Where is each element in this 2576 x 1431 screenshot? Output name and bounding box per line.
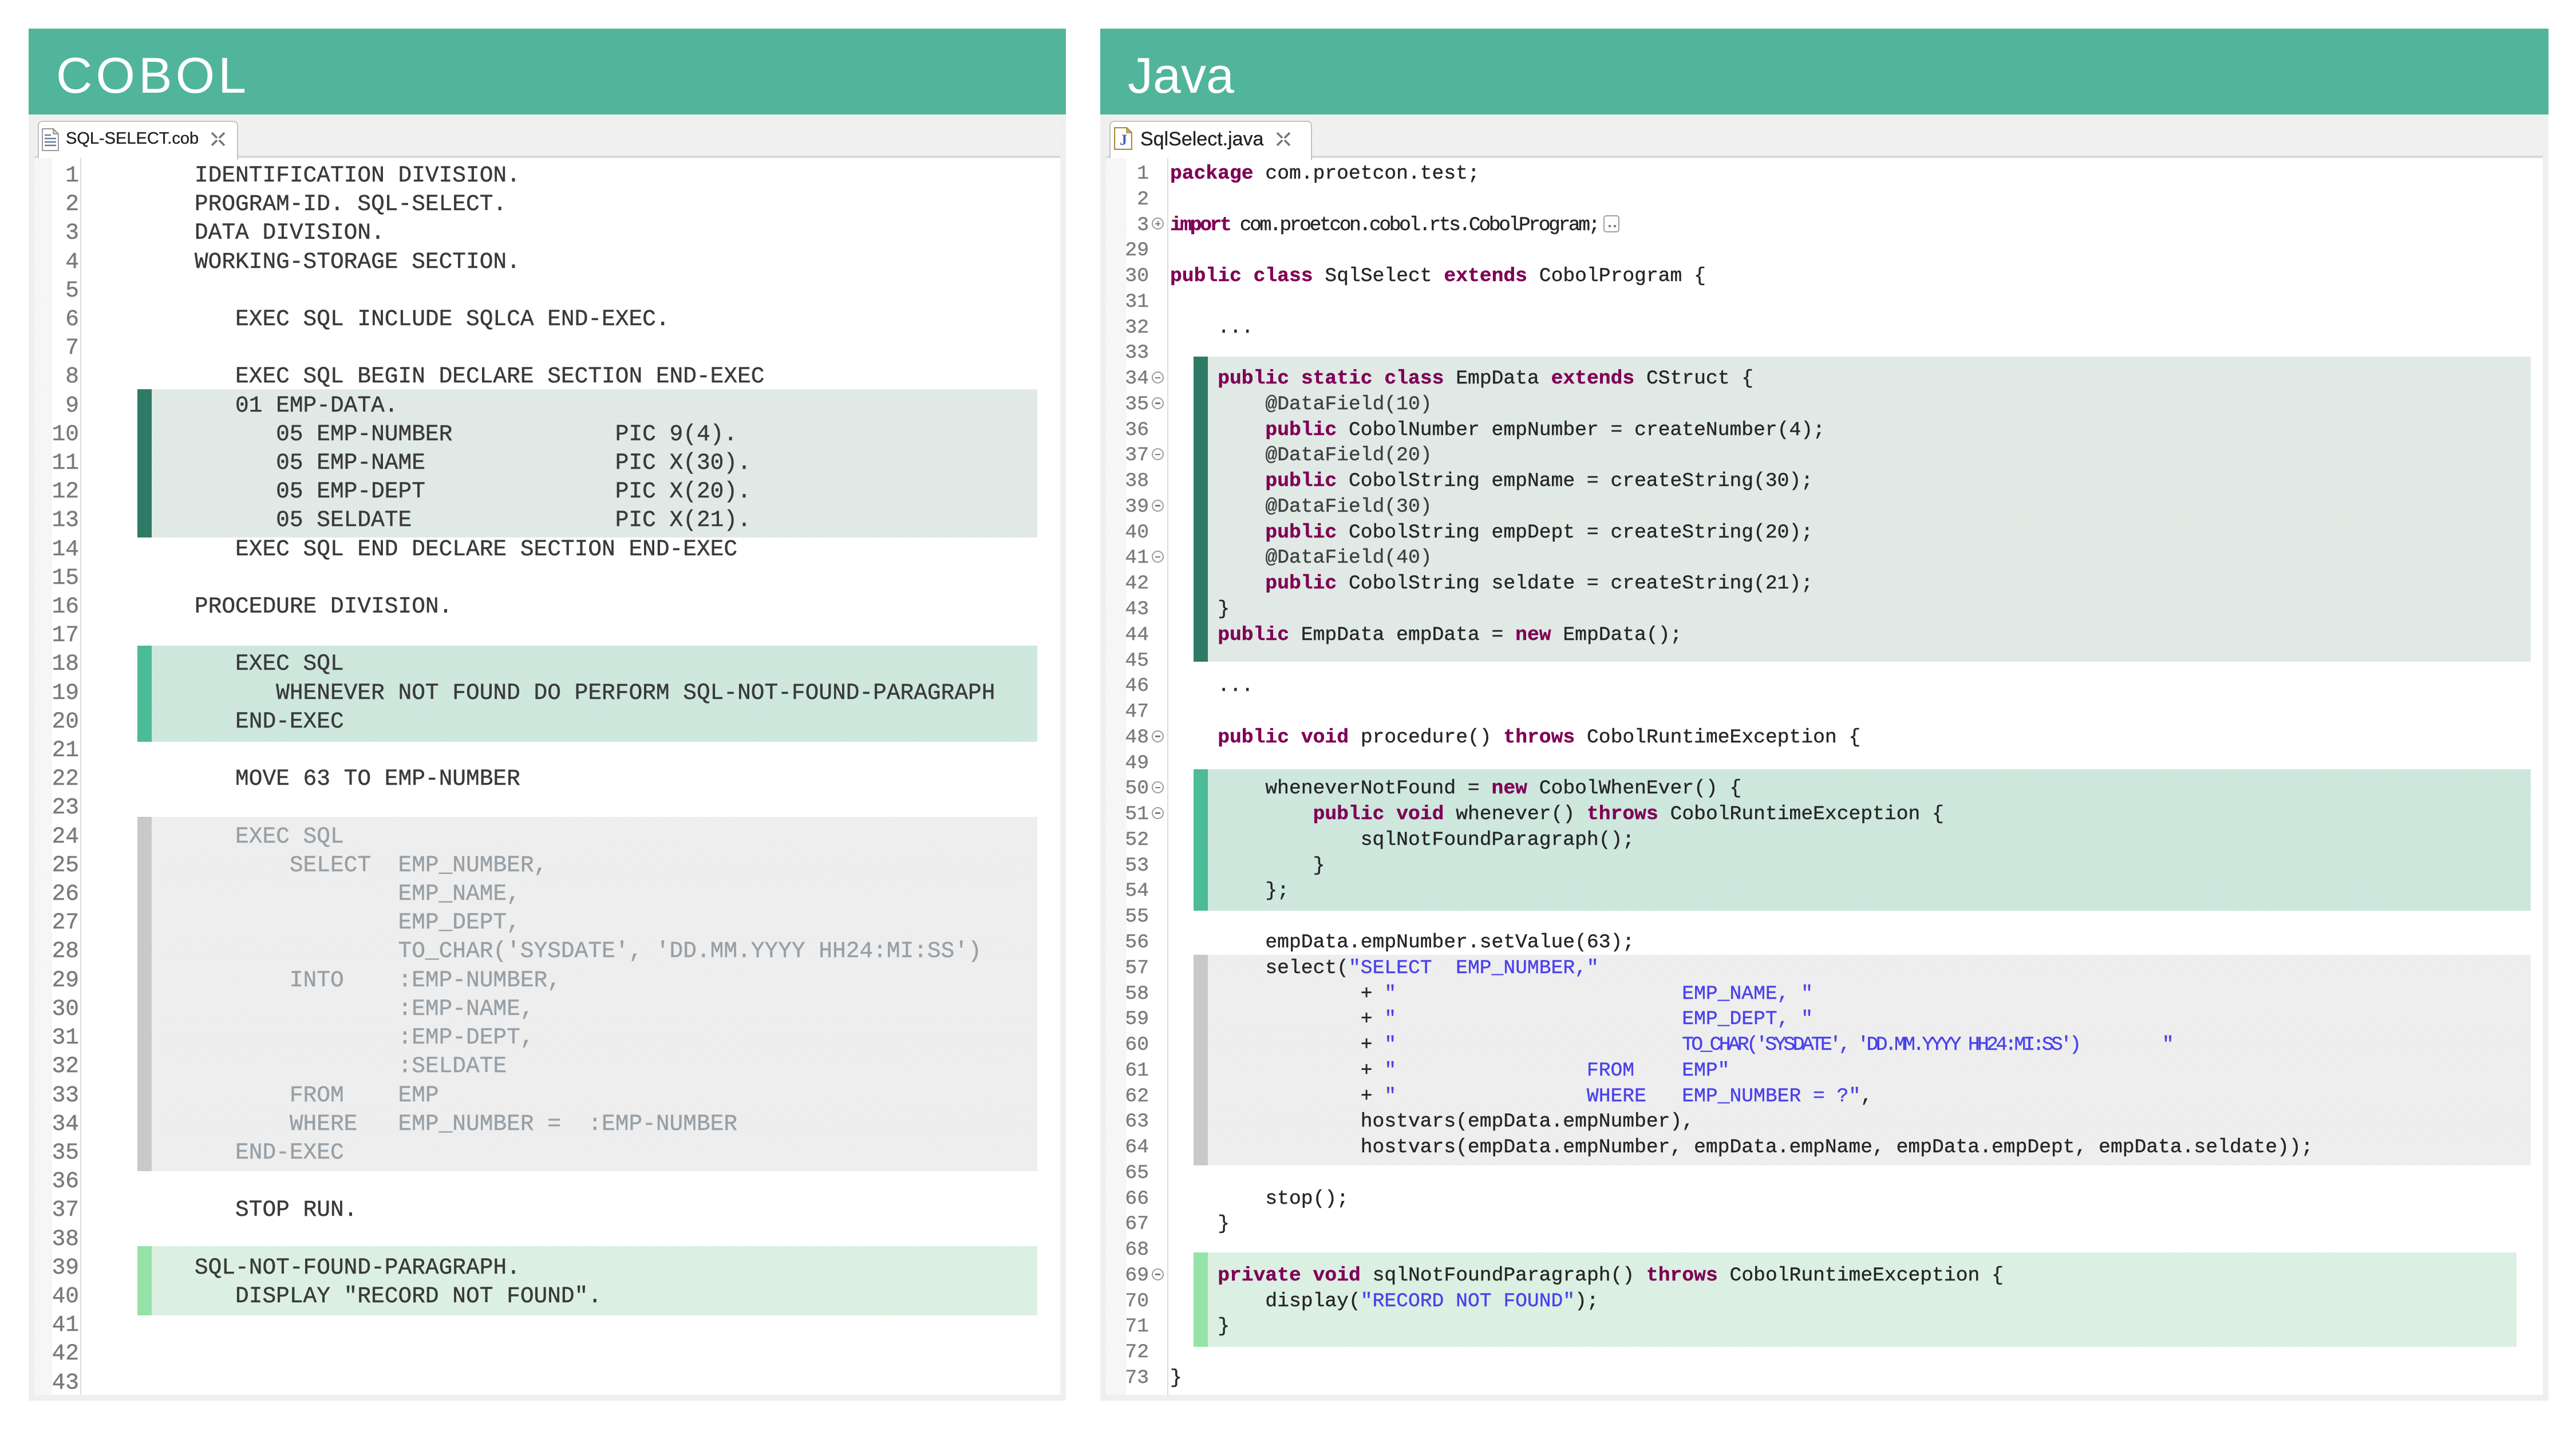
svg-text:J: J xyxy=(1120,132,1127,148)
